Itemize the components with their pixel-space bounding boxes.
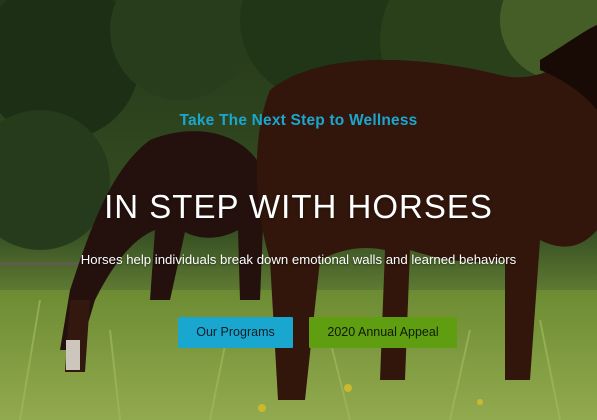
annual-appeal-button[interactable]: 2020 Annual Appeal — [309, 317, 457, 348]
hero-section: Take The Next Step to Wellness IN STEP W… — [0, 0, 597, 420]
hero-content: Take The Next Step to Wellness IN STEP W… — [0, 0, 597, 420]
hero-subtitle: Horses help individuals break down emoti… — [80, 252, 517, 267]
hero-title: IN STEP WITH HORSES — [104, 188, 493, 225]
hero-tagline: Take The Next Step to Wellness — [179, 112, 418, 129]
our-programs-button[interactable]: Our Programs — [178, 317, 293, 348]
